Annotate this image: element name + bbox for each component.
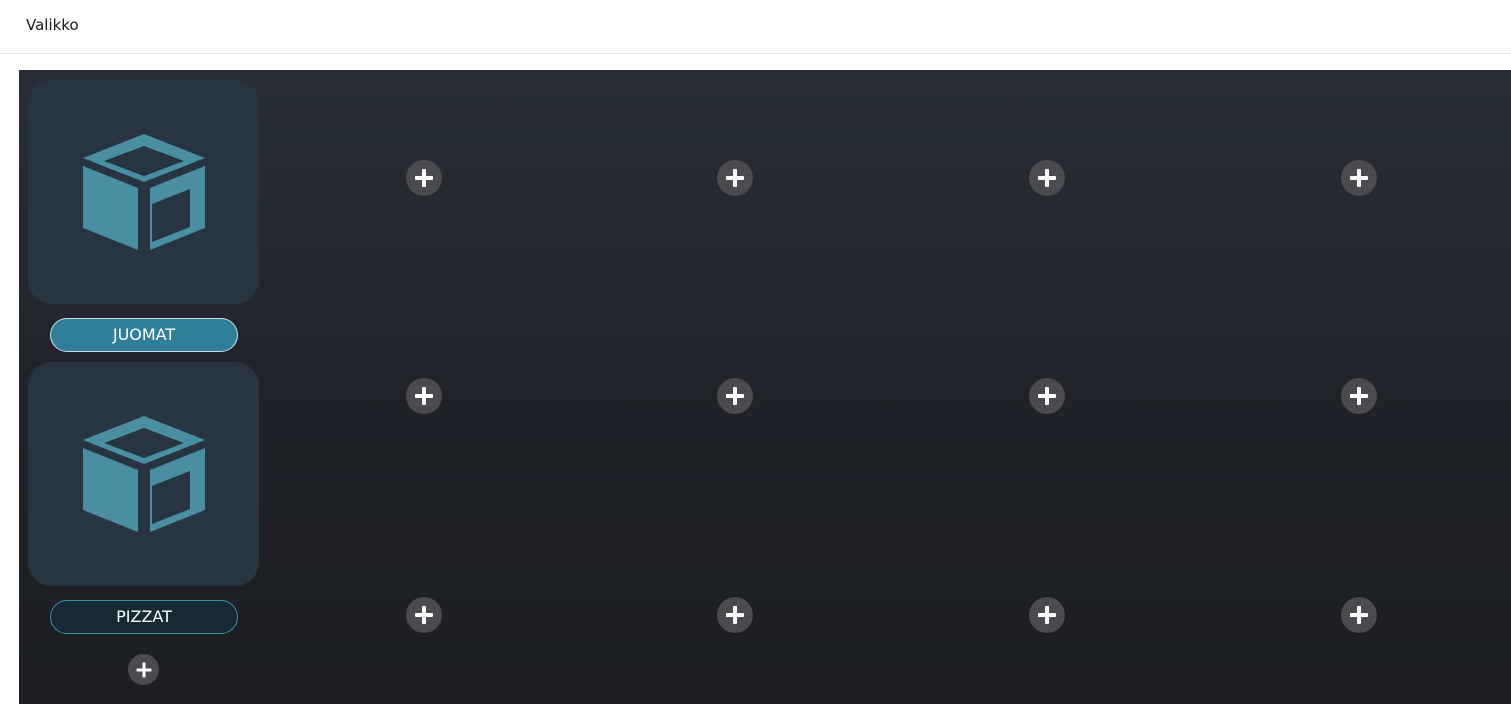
add-item-button[interactable] xyxy=(406,378,442,414)
add-category-button[interactable] xyxy=(128,654,159,685)
add-item-button[interactable] xyxy=(1029,378,1065,414)
add-item-button[interactable] xyxy=(1341,378,1377,414)
top-bar: Valikko xyxy=(0,0,1511,54)
add-item-button[interactable] xyxy=(717,160,753,196)
category-tile-pizzat[interactable] xyxy=(28,362,259,586)
category-button-juomat[interactable]: JUOMAT xyxy=(50,318,238,352)
add-item-button[interactable] xyxy=(1341,160,1377,196)
add-item-button[interactable] xyxy=(717,597,753,633)
add-item-button[interactable] xyxy=(717,378,753,414)
add-item-button[interactable] xyxy=(406,160,442,196)
category-tile-juomat[interactable] xyxy=(28,80,259,304)
add-item-button[interactable] xyxy=(1341,597,1377,633)
add-item-button[interactable] xyxy=(406,597,442,633)
add-item-button[interactable] xyxy=(1029,597,1065,633)
page-title: Valikko xyxy=(26,16,79,34)
box-icon xyxy=(82,416,205,532)
box-icon xyxy=(82,134,205,250)
menu-board: JUOMAT PIZZAT xyxy=(19,70,1511,704)
add-item-button[interactable] xyxy=(1029,160,1065,196)
category-button-pizzat[interactable]: PIZZAT xyxy=(50,600,238,634)
